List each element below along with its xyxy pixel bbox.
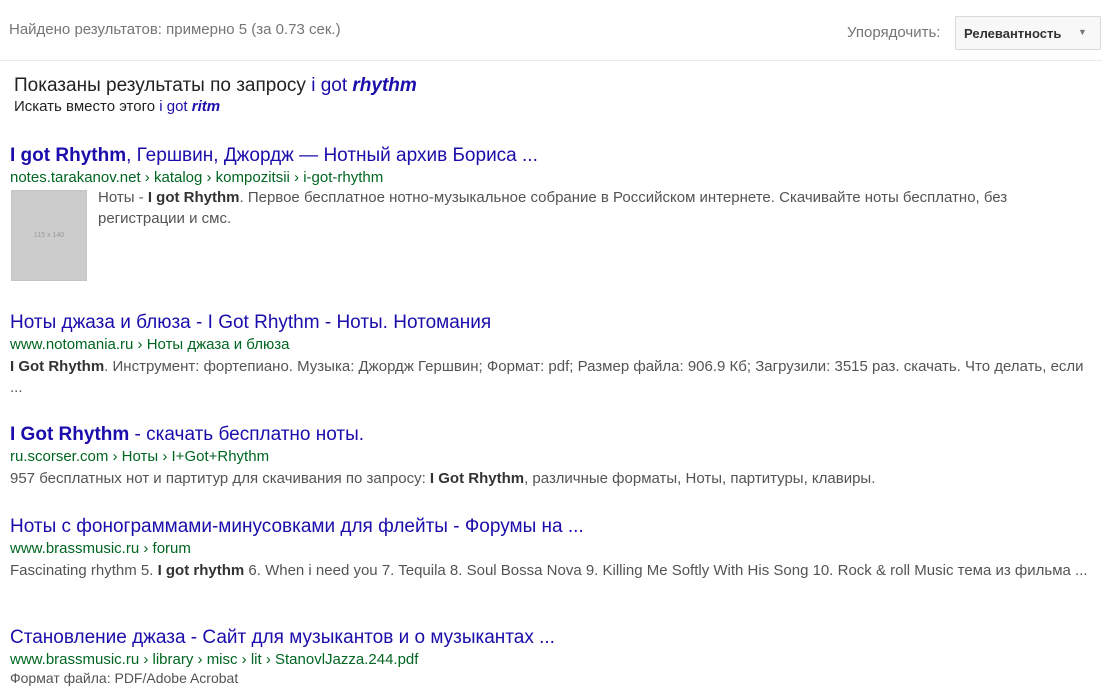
corrected-query-link[interactable]: i got rhythm [311, 75, 417, 96]
result-snippet: 957 бесплатных нот и партитур для скачив… [10, 468, 1095, 489]
original-query-plain: i got [159, 98, 192, 115]
result-title-link[interactable]: Становление джаза - Сайт для музыкантов … [10, 626, 1095, 650]
chevron-down-icon: ▼ [1078, 27, 1087, 37]
result-title-bold: I Got Rhythm [10, 424, 130, 445]
result-title-text: - скачать бесплатно ноты. [129, 424, 365, 445]
result-title-text: , Гершвин, Джордж — Нотный архив Бориса … [126, 145, 538, 166]
sort-dropdown[interactable]: Релевантность ▼ [955, 16, 1101, 50]
snippet-bold: I got Rhythm [147, 189, 240, 206]
result-title-link[interactable]: I Got Rhythm - скачать бесплатно ноты. [10, 423, 1095, 447]
result-url[interactable]: www.brassmusic.ru › library › misc › lit… [10, 650, 1095, 669]
result-count: Найдено результатов: примерно 5 (за 0.73… [9, 21, 341, 38]
file-format-label: Формат файла: PDF/Adobe Acrobat [10, 670, 239, 686]
instead-prefix: Искать вместо этого [14, 98, 160, 115]
snippet-bold: I got rhythm [157, 562, 245, 579]
search-instead-line: Искать вместо этого i got ritm [14, 98, 417, 116]
corrected-query-bold: rhythm [352, 75, 417, 96]
result-snippet: Ноты - I got Rhythm. Первое бесплатное н… [98, 187, 1093, 229]
result-url[interactable]: www.notomania.ru › Ноты джаза и блюза [10, 335, 1095, 354]
original-query-link[interactable]: i got ritm [159, 98, 220, 115]
snippet-text: , различные форматы, Ноты, партитуры, кл… [524, 470, 876, 487]
search-result: I got Rhythm, Гершвин, Джордж — Нотный а… [10, 144, 1095, 187]
result-url[interactable]: notes.tarakanov.net › katalog › kompozit… [10, 168, 1095, 187]
result-title-link[interactable]: I got Rhythm, Гершвин, Джордж — Нотный а… [10, 144, 1095, 168]
sort-selected-value: Релевантность [964, 26, 1062, 41]
results-toolbar: Найдено результатов: примерно 5 (за 0.73… [0, 0, 1102, 61]
snippet-bold: I Got Rhythm [10, 358, 105, 375]
search-result: Ноты с фонограммами-минусовками для флей… [10, 515, 1095, 581]
result-url[interactable]: www.brassmusic.ru › forum [10, 539, 1095, 558]
showing-results-line: Показаны результаты по запросу i got rhy… [14, 74, 417, 98]
corrected-query-plain: i got [311, 75, 353, 96]
result-snippet: I Got Rhythm. Инструмент: фортепиано. Му… [10, 356, 1095, 398]
snippet-text: Ноты - [98, 189, 148, 206]
search-result: Становление джаза - Сайт для музыкантов … [10, 626, 1095, 688]
snippet-text: 6. When i need you 7. Tequila 8. Soul Bo… [244, 562, 1088, 579]
snippet-bold: I Got Rhythm [429, 470, 525, 487]
original-query-bold: ritm [191, 98, 221, 115]
result-url[interactable]: ru.scorser.com › Ноты › I+Got+Rhythm [10, 447, 1095, 466]
spelling-correction: Показаны результаты по запросу i got rhy… [14, 74, 417, 116]
sort-label: Упорядочить: [847, 24, 941, 41]
thumbnail-placeholder-label: 115 x 140 [33, 232, 65, 239]
result-title-bold: I got Rhythm [10, 145, 127, 166]
result-thumbnail[interactable]: 115 x 140 [11, 190, 87, 281]
snippet-text: 957 бесплатных нот и партитур для скачив… [10, 470, 430, 487]
snippet-text: . Инструмент: фортепиано. Музыка: Джордж… [10, 358, 1084, 396]
result-title-link[interactable]: Ноты с фонограммами-минусовками для флей… [10, 515, 1095, 539]
snippet-text: Fascinating rhythm 5. [10, 562, 158, 579]
result-title-link[interactable]: Ноты джаза и блюза - I Got Rhythm - Ноты… [10, 311, 1095, 335]
search-result: Ноты джаза и блюза - I Got Rhythm - Ноты… [10, 311, 1095, 398]
search-result: I Got Rhythm - скачать бесплатно ноты. r… [10, 423, 1095, 489]
showing-prefix: Показаны результаты по запросу [14, 75, 312, 96]
result-snippet: Fascinating rhythm 5. I got rhythm 6. Wh… [10, 560, 1095, 581]
